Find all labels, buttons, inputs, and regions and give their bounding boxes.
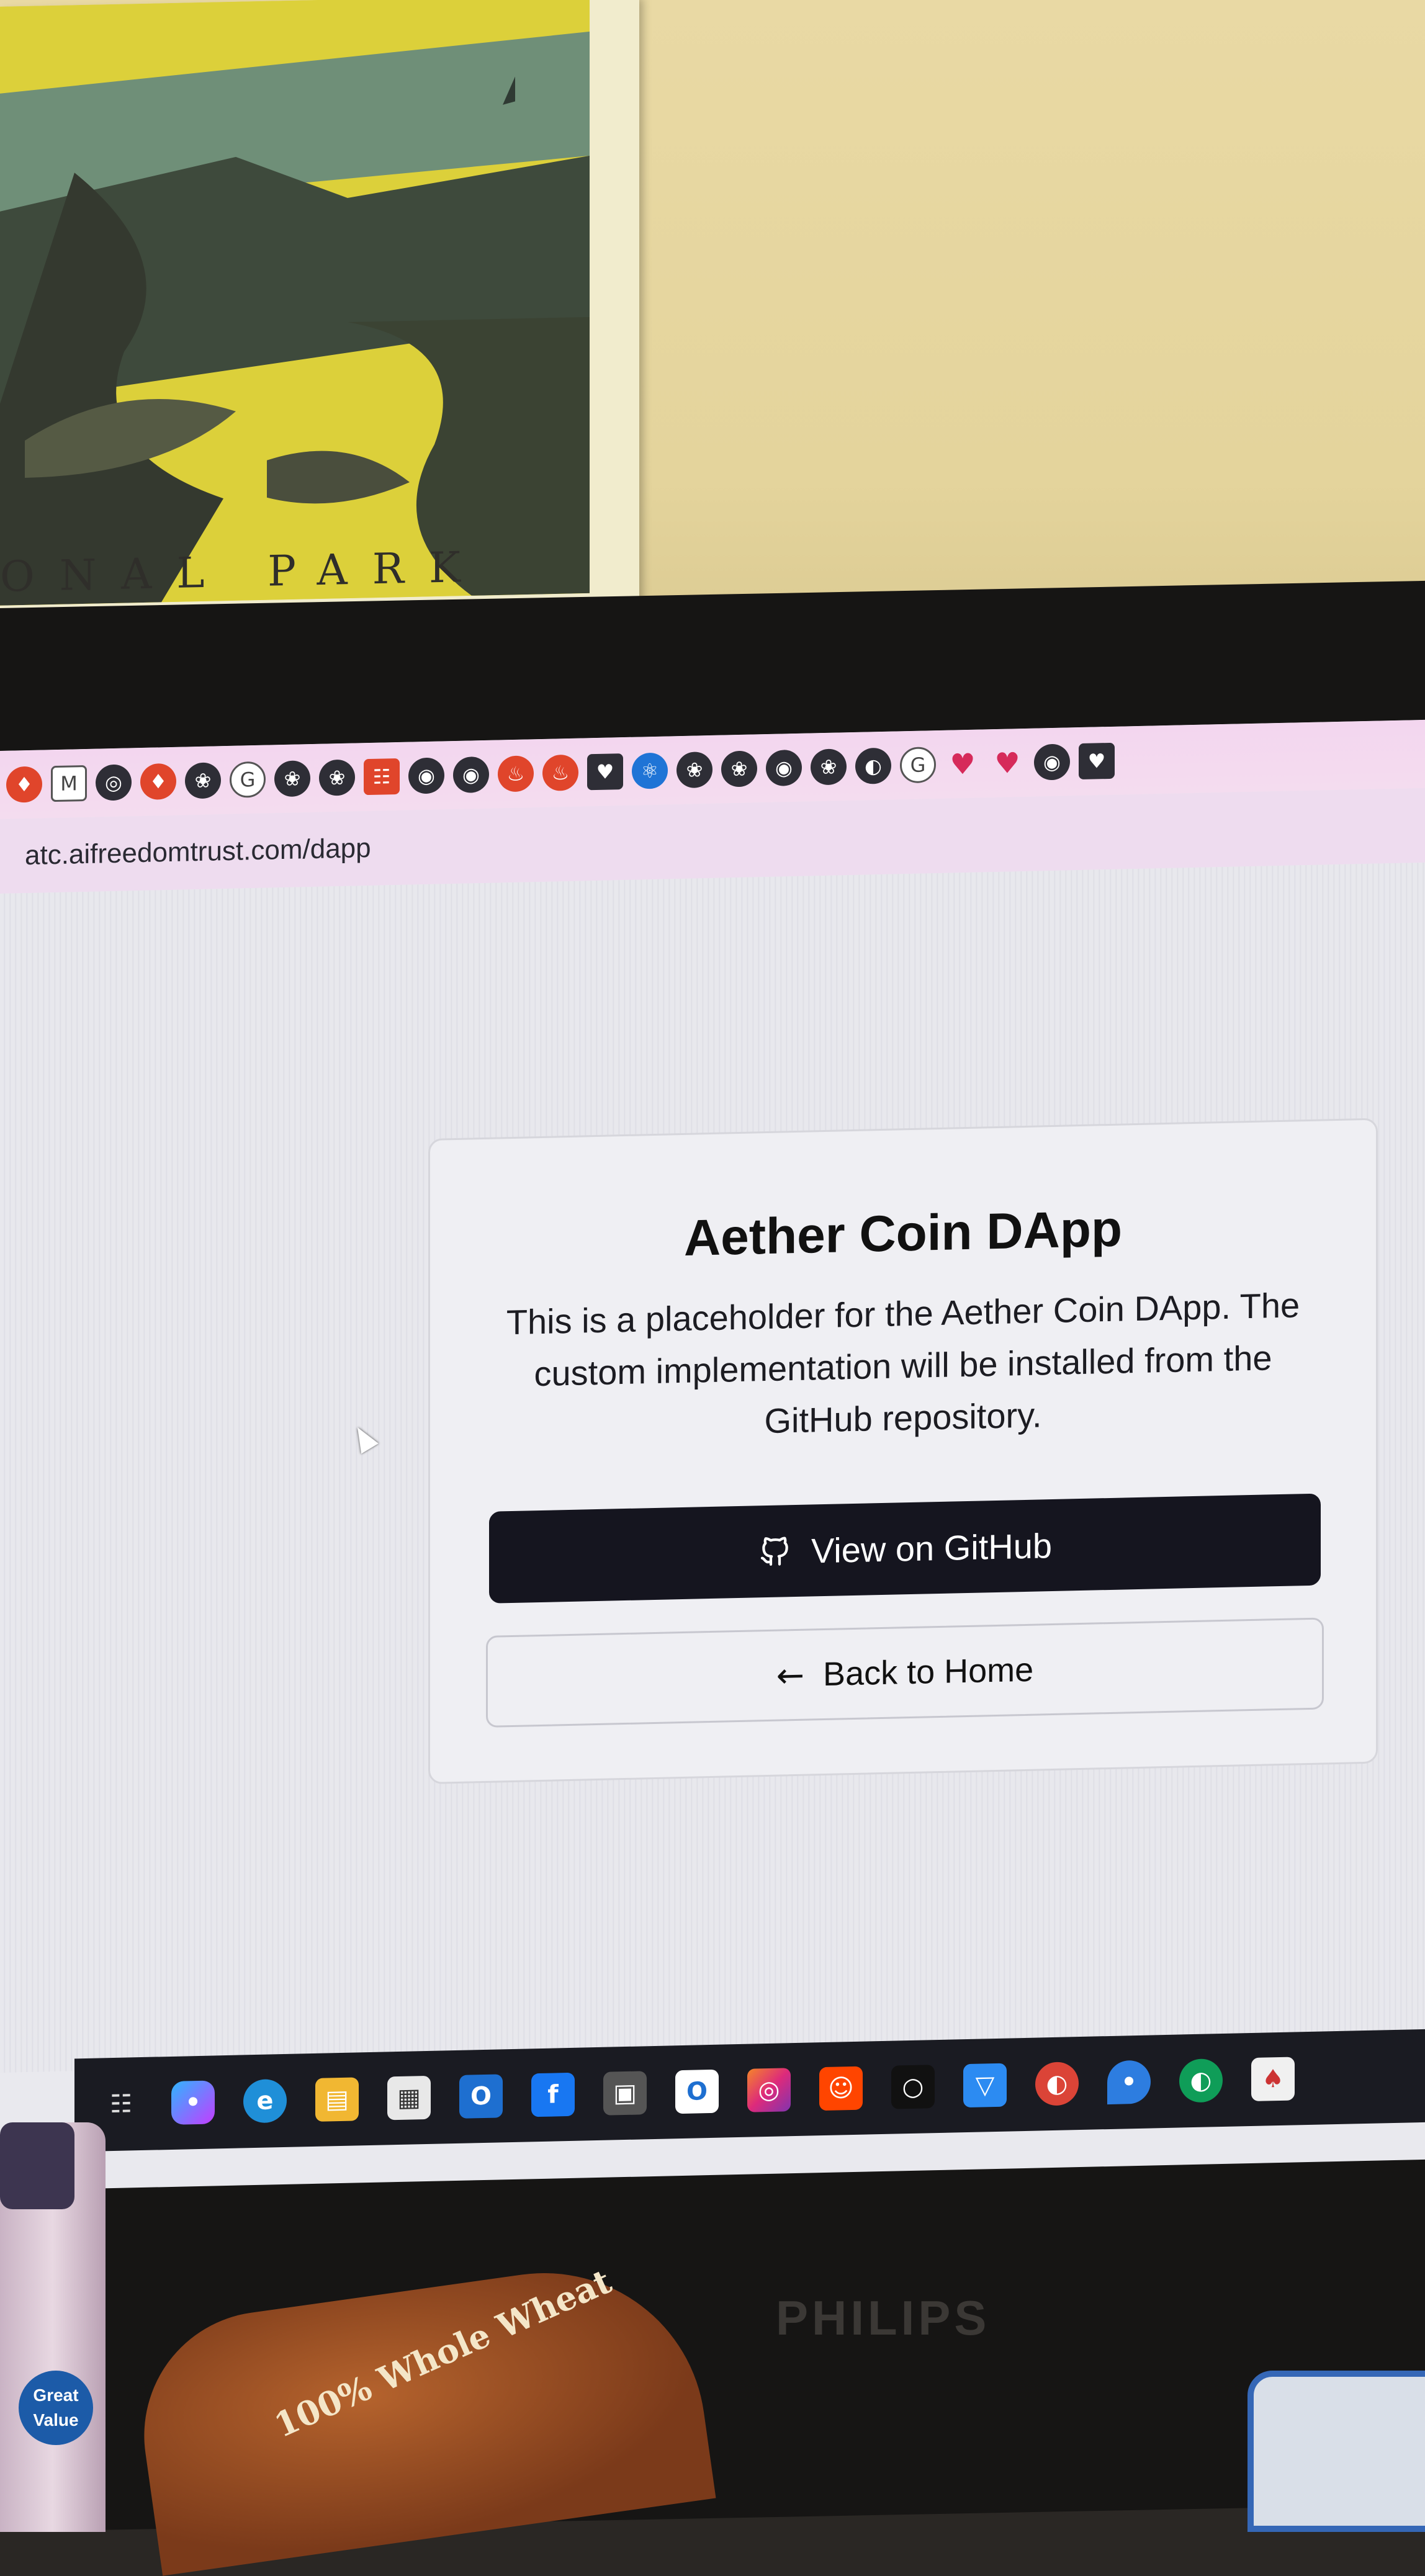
card-description: This is a placeholder for the Aether Coi… bbox=[506, 1285, 1300, 1441]
jar-lid bbox=[0, 2122, 74, 2209]
app-icon[interactable]: ○ bbox=[891, 2065, 935, 2109]
fox-icon[interactable]: ♦ bbox=[6, 766, 42, 803]
chrome-icon[interactable]: ◐ bbox=[855, 747, 891, 784]
heart-box-icon[interactable]: ♥ bbox=[1079, 742, 1115, 780]
fire-icon[interactable]: ♨ bbox=[498, 755, 534, 792]
github-icon[interactable]: ◉ bbox=[1034, 743, 1070, 781]
app-icon[interactable]: ▣ bbox=[603, 2071, 647, 2116]
heart-icon[interactable]: ♥ bbox=[945, 746, 981, 783]
monitor-brand-logo: PHILIPS bbox=[776, 2291, 991, 2345]
openai-icon[interactable]: ❀ bbox=[811, 748, 847, 786]
github-icon[interactable]: ◉ bbox=[408, 757, 444, 794]
github-icon[interactable]: ◉ bbox=[453, 756, 489, 794]
reddit-icon[interactable]: ☺ bbox=[819, 2066, 863, 2111]
dapp-card: Aether Coin DApp This is a placeholder f… bbox=[428, 1118, 1378, 1784]
edge-icon[interactable]: e bbox=[243, 2078, 287, 2124]
jar-label: Great Value bbox=[19, 2371, 93, 2445]
web-page: Aether Coin DApp This is a placeholder f… bbox=[0, 862, 1425, 2073]
task-view-icon[interactable]: ☷ bbox=[99, 2082, 143, 2127]
mouse-cursor-icon bbox=[349, 1422, 379, 1454]
maps-icon[interactable]: • bbox=[1107, 2060, 1151, 2105]
back-to-home-label: Back to Home bbox=[823, 1651, 1034, 1694]
react-icon[interactable]: ⚛ bbox=[632, 752, 668, 789]
globe-icon[interactable]: ◎ bbox=[96, 764, 132, 801]
store-icon[interactable]: ▦ bbox=[387, 2075, 431, 2120]
github-icon[interactable]: ◉ bbox=[766, 749, 802, 787]
national-park-poster: ONAL PARK bbox=[0, 0, 639, 668]
instagram-icon[interactable]: ◎ bbox=[747, 2068, 791, 2112]
copilot-icon[interactable]: • bbox=[171, 2080, 215, 2125]
view-on-github-button[interactable]: View on GitHub bbox=[489, 1493, 1321, 1604]
monitor-screen: ♦ M ◎ ♦ ❀ G ❀ ❀ ☷ ◉ ◉ ♨ ♨ ♥ ⚛ ❀ ❀ ◉ ❀ ◐ … bbox=[0, 719, 1425, 2191]
facebook-icon[interactable]: f bbox=[531, 2072, 575, 2117]
fire-icon[interactable]: ♨ bbox=[542, 754, 578, 791]
chrome-icon[interactable]: ◐ bbox=[1179, 2058, 1223, 2103]
chrome-icon[interactable]: ◐ bbox=[1035, 2062, 1079, 2106]
grid-icon[interactable]: ☷ bbox=[364, 758, 400, 796]
outlook-icon[interactable]: O bbox=[459, 2074, 503, 2119]
card-title: Aether Coin DApp bbox=[683, 1200, 1123, 1267]
github-icon bbox=[760, 1537, 788, 1566]
poster-artwork bbox=[0, 0, 590, 606]
plastic-tub bbox=[1247, 2371, 1425, 2532]
url-text[interactable]: atc.aifreedomtrust.com/dapp bbox=[25, 833, 371, 871]
grammarly-icon[interactable]: G bbox=[230, 761, 266, 798]
openai-icon[interactable]: ❀ bbox=[319, 759, 355, 796]
grammarly-icon[interactable]: G bbox=[900, 747, 936, 784]
openai-icon[interactable]: ❀ bbox=[274, 760, 310, 797]
heart-box-icon[interactable]: ♥ bbox=[587, 753, 623, 791]
outlook-icon[interactable]: O bbox=[675, 2069, 719, 2114]
openai-icon[interactable]: ❀ bbox=[721, 750, 757, 788]
app-icon[interactable]: ♠ bbox=[1251, 2057, 1295, 2102]
back-to-home-button[interactable]: ← Back to Home bbox=[486, 1617, 1324, 1728]
fox-icon[interactable]: ♦ bbox=[140, 763, 176, 801]
view-on-github-label: View on GitHub bbox=[811, 1525, 1053, 1570]
heart-icon[interactable]: ♥ bbox=[989, 745, 1025, 781]
openai-icon[interactable]: ❀ bbox=[185, 762, 221, 799]
file-explorer-icon[interactable]: ▤ bbox=[315, 2077, 359, 2122]
openai-icon[interactable]: ❀ bbox=[677, 751, 712, 789]
gmail-icon[interactable]: M bbox=[51, 765, 87, 802]
poster-landscape bbox=[0, 0, 590, 606]
proton-icon[interactable]: ▽ bbox=[963, 2063, 1007, 2108]
arrow-left-icon: ← bbox=[776, 1655, 805, 1695]
